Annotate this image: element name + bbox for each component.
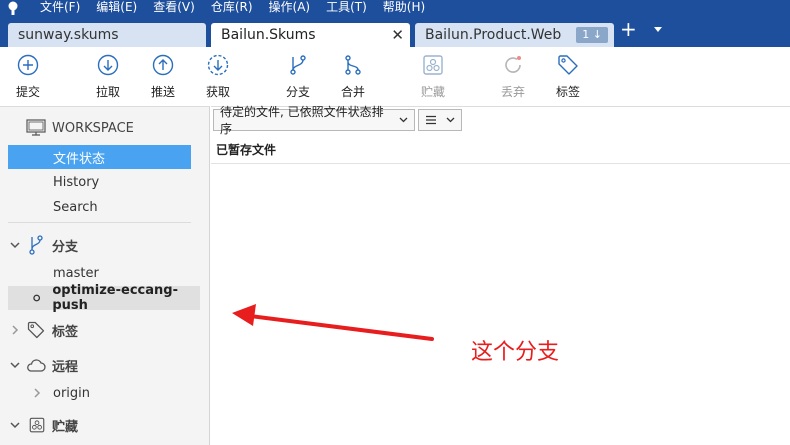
cloud-icon	[27, 359, 46, 372]
tab-bailun-product-web[interactable]: Bailun.Product.Web 1 ↓	[415, 23, 614, 47]
branch-item-master[interactable]: master	[53, 261, 99, 285]
menu-help[interactable]: 帮助(H)	[383, 0, 425, 15]
merge-icon	[345, 55, 361, 75]
chevron-right-icon	[34, 388, 41, 398]
tag-label: 标签	[555, 85, 580, 99]
new-tab-plus-icon[interactable]: +	[620, 19, 637, 39]
workspace-label: WORKSPACE	[52, 120, 134, 136]
discard-button[interactable]: 丢弃	[491, 53, 535, 100]
discard-refresh-icon	[505, 56, 521, 73]
menu-repository[interactable]: 仓库(R)	[211, 0, 253, 15]
stash-label: 贮藏	[420, 85, 445, 99]
toolbar: 提交 拉取 推送 获取 分支 合并 贮藏 丢弃 标签	[0, 47, 790, 106]
branch-label: optimize-eccang-push	[52, 283, 178, 313]
tab-label: sunway.skums	[18, 27, 119, 43]
sidebar-item-label: 文件状态	[53, 151, 106, 167]
chevron-down-icon	[446, 117, 455, 123]
menu-view[interactable]: 查看(V)	[153, 0, 195, 15]
merge-button[interactable]: 合并	[331, 53, 375, 100]
tab-menu-chevron-down-icon[interactable]	[654, 27, 662, 32]
sidebar-item-label: History	[53, 174, 100, 190]
discard-label: 丢弃	[500, 85, 525, 99]
stash-button[interactable]: 贮藏	[411, 53, 455, 100]
staged-files-header: 已暂存文件	[211, 136, 790, 164]
tab-label: Bailun.Skums	[221, 27, 316, 43]
chevron-down-icon	[10, 422, 20, 429]
filter-label: 待定的文件, 已依照文件状态排序	[220, 105, 384, 136]
tag-icon	[558, 55, 578, 75]
fetch-dashed-circle-icon	[207, 54, 229, 76]
menu-file[interactable]: 文件(F)	[40, 0, 80, 15]
branch-icon	[29, 235, 43, 255]
sidebar-item-label: Search	[53, 199, 98, 215]
branch-item-optimize-eccang-push[interactable]: optimize-eccang-push	[8, 283, 200, 313]
pull-button[interactable]: 拉取	[86, 53, 130, 100]
remote-item-origin[interactable]: origin	[32, 381, 90, 405]
tags-label: 标签	[52, 324, 79, 340]
annotation-text: 这个分支	[471, 340, 560, 365]
tab-sunway-skums[interactable]: sunway.skums	[8, 23, 206, 47]
commit-button[interactable]: 提交	[6, 53, 50, 100]
menu-tools[interactable]: 工具(T)	[326, 0, 367, 15]
remote-label: origin	[53, 385, 91, 401]
workspace-header[interactable]: WORKSPACE	[26, 116, 134, 140]
fetch-label: 获取	[205, 85, 230, 99]
staged-files-label: 已暂存文件	[216, 143, 277, 157]
push-label: 推送	[150, 85, 175, 99]
stash-box-icon	[423, 55, 443, 75]
chevron-down-icon	[399, 117, 408, 123]
tag-icon	[27, 321, 45, 339]
merge-label: 合并	[340, 85, 365, 99]
menu-actions[interactable]: 操作(A)	[269, 0, 311, 15]
close-icon[interactable]: ✕	[391, 26, 404, 44]
tab-badge: 1 ↓	[576, 27, 608, 43]
sidebar-item-history[interactable]: History	[53, 170, 99, 194]
plus-circle-icon	[17, 54, 39, 76]
remotes-label: 远程	[52, 359, 79, 375]
branch-label: master	[53, 265, 99, 281]
branches-label: 分支	[52, 239, 79, 255]
file-status-filter-select[interactable]: 待定的文件, 已依照文件状态排序	[213, 105, 415, 136]
chevron-down-icon	[10, 242, 20, 249]
branches-header[interactable]: 分支	[10, 233, 78, 257]
fetch-button[interactable]: 获取	[196, 53, 240, 100]
current-branch-circle-icon	[33, 294, 41, 302]
main-panel: 待定的文件, 已依照文件状态排序 已暂存文件	[211, 105, 790, 445]
view-mode-select[interactable]	[418, 109, 462, 131]
tags-header[interactable]: 标签	[10, 318, 78, 342]
sidebar-divider	[8, 222, 191, 223]
sidebar-item-file-status[interactable]: 文件状态	[8, 145, 191, 169]
menu-bar: 文件(F) 编辑(E) 查看(V) 仓库(R) 操作(A) 工具(T) 帮助(H…	[0, 0, 790, 15]
commit-label: 提交	[15, 85, 40, 99]
monitor-icon	[26, 119, 46, 136]
push-button[interactable]: 推送	[141, 53, 185, 100]
branch-button[interactable]: 分支	[276, 53, 320, 100]
app-logo-icon	[0, 0, 26, 15]
pull-label: 拉取	[95, 85, 120, 99]
tag-button[interactable]: 标签	[546, 53, 590, 100]
sidebar-item-search[interactable]: Search	[53, 195, 98, 219]
tab-label: Bailun.Product.Web	[425, 27, 562, 43]
stashes-label: 贮藏	[52, 419, 79, 435]
chevron-right-icon	[12, 325, 19, 335]
chevron-down-icon	[10, 362, 20, 369]
stash-box-icon	[29, 417, 45, 433]
remotes-header[interactable]: 远程	[10, 353, 78, 377]
sidebar: WORKSPACE 文件状态 History Search 分支 master …	[0, 106, 210, 445]
arrow-down-circle-icon	[97, 54, 119, 76]
tab-bailun-skums[interactable]: Bailun.Skums ✕	[211, 23, 410, 47]
list-icon	[426, 115, 436, 125]
branch-icon	[290, 55, 306, 75]
arrow-up-circle-icon	[152, 54, 174, 76]
branch-label: 分支	[285, 85, 310, 99]
menu-edit[interactable]: 编辑(E)	[96, 0, 137, 15]
tab-bar: sunway.skums Bailun.Skums ✕ Bailun.Produ…	[0, 15, 790, 47]
stashes-header[interactable]: 贮藏	[10, 413, 78, 437]
